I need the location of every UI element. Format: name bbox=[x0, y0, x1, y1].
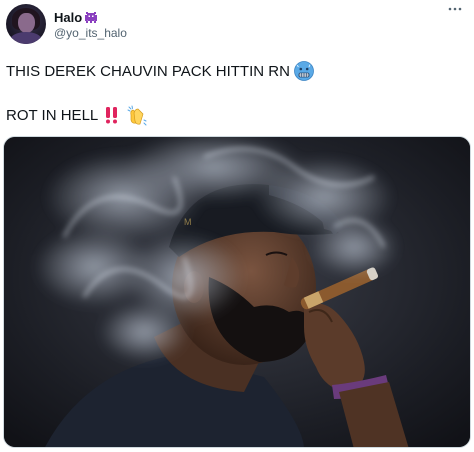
user-handle[interactable]: @yo_its_halo bbox=[54, 26, 127, 40]
author-name-row[interactable]: Halo bbox=[54, 8, 98, 26]
tweet: Halo @yo_its_halo THIS DEREK CHAUVIN PAC… bbox=[0, 0, 474, 452]
cold-face-icon bbox=[294, 61, 314, 81]
tweet-text-2: ROT IN HELL bbox=[6, 106, 99, 124]
tweet-text-1: THIS DEREK CHAUVIN PACK HITTIN RN bbox=[6, 62, 290, 80]
more-horizontal-icon[interactable] bbox=[446, 4, 464, 22]
tweet-text-line-1: THIS DEREK CHAUVIN PACK HITTIN RN bbox=[6, 61, 314, 81]
display-name[interactable]: Halo bbox=[54, 10, 82, 25]
double-exclamation-icon bbox=[102, 105, 122, 125]
clapping-hands-icon bbox=[126, 105, 147, 126]
tweet-header: Halo @yo_its_halo bbox=[6, 4, 468, 46]
smoking-cigar-photo[interactable]: M bbox=[3, 136, 471, 448]
avatar[interactable] bbox=[6, 4, 46, 44]
alien-monster-icon bbox=[84, 11, 98, 23]
tweet-text-line-2: ROT IN HELL bbox=[6, 105, 147, 126]
